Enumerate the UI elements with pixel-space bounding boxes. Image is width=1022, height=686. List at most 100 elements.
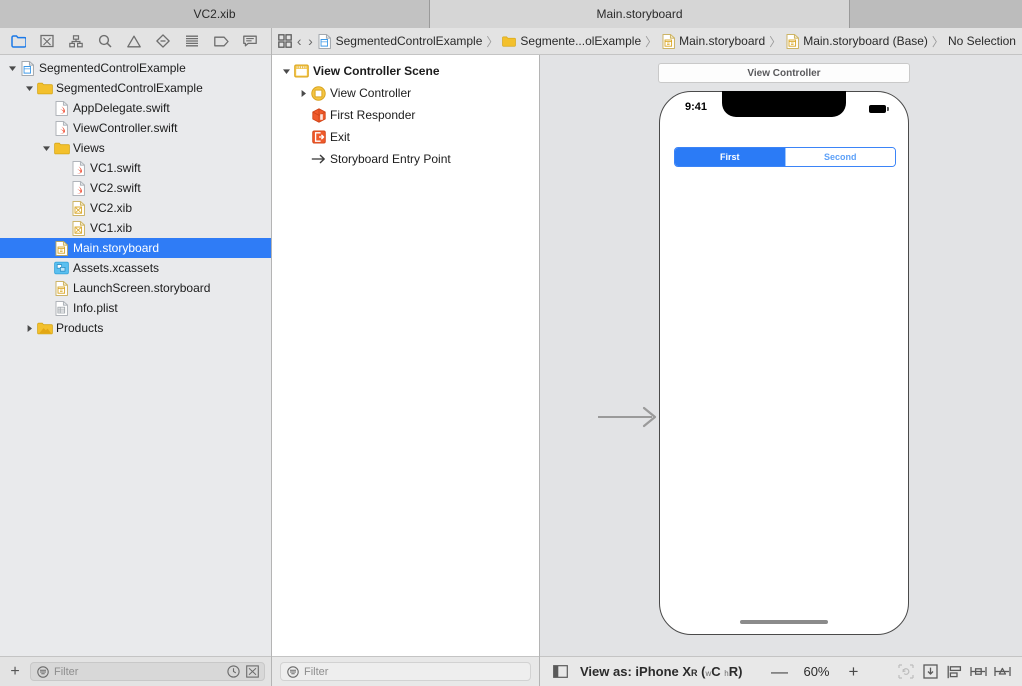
canvas-bottom-bar: View as: iPhone X R ( w C h R ) — 60% + <box>540 656 1022 686</box>
device-frame[interactable]: 9:41 First Second <box>659 91 909 635</box>
breadcrumb-separator-icon: 〉 <box>931 34 944 49</box>
segment-second[interactable]: Second <box>784 148 895 166</box>
file-tree-row[interactable]: Views <box>0 138 271 158</box>
disclosure-triangle[interactable] <box>297 89 310 98</box>
file-tree-label: VC2.swift <box>90 181 141 195</box>
outline-row-label: View Controller <box>330 86 412 100</box>
storyboard-file-icon <box>53 280 70 296</box>
breakpoint-navigator-icon[interactable] <box>207 31 235 52</box>
project-icon <box>19 60 36 76</box>
outline-row[interactable]: Storyboard Entry Point <box>272 148 539 170</box>
project-icon <box>318 33 332 49</box>
update-frames-icon[interactable] <box>894 661 918 683</box>
scene-title-label[interactable]: View Controller <box>658 63 910 83</box>
navigate-forward-button[interactable]: › <box>306 31 314 52</box>
view-as-device-button[interactable]: View as: iPhone X R ( w C h R ) <box>580 664 742 679</box>
tab-vc2-xib[interactable]: VC2.xib <box>0 0 430 28</box>
pin-icon[interactable] <box>966 661 990 683</box>
file-tree-row[interactable]: Products <box>0 318 271 338</box>
breadcrumb-item[interactable]: Main.storyboard <box>661 33 766 49</box>
embed-in-icon[interactable] <box>918 661 942 683</box>
file-tree-row[interactable]: Assets.xcassets <box>0 258 271 278</box>
device-notch <box>722 91 846 117</box>
file-tree-row[interactable]: Main.storyboard <box>0 238 271 258</box>
swift-file-icon <box>70 160 87 176</box>
plist-file-icon <box>53 300 70 316</box>
outline-row[interactable]: View Controller <box>272 82 539 104</box>
document-outline-list[interactable]: View Controller Scene View Controller Firs… <box>272 55 539 656</box>
resolve-auto-layout-icon[interactable] <box>990 661 1014 683</box>
outline-row[interactable]: View Controller Scene <box>272 60 539 82</box>
breadcrumb-separator-icon: 〉 <box>645 34 658 49</box>
debug-navigator-icon[interactable] <box>178 31 206 52</box>
size-class-width: C <box>711 664 721 679</box>
file-tree-label: LaunchScreen.storyboard <box>73 281 211 295</box>
filter-menu-icon[interactable] <box>35 664 50 679</box>
file-tree-row[interactable]: Info.plist <box>0 298 271 318</box>
storyboard-entry-arrow-icon <box>598 405 660 429</box>
symbol-navigator-icon[interactable] <box>62 31 90 52</box>
recent-files-filter-icon[interactable] <box>226 664 241 679</box>
file-tree-row[interactable]: VC1.swift <box>0 158 271 178</box>
file-tree-row[interactable]: VC2.swift <box>0 178 271 198</box>
zoom-level-label: 60% <box>803 664 830 679</box>
folder-icon <box>53 142 70 155</box>
size-class-height: R <box>728 664 739 679</box>
xcode-window: VC2.xib Main.storyboard SegmentedControl… <box>0 0 1022 686</box>
add-file-button[interactable]: + <box>6 663 24 681</box>
breadcrumb-item[interactable]: SegmentedControlExample <box>318 33 482 49</box>
tab-main-storyboard[interactable]: Main.storyboard <box>430 0 850 28</box>
disclosure-triangle[interactable] <box>23 84 36 93</box>
xib-file-icon <box>70 200 87 216</box>
outline-row-label: View Controller Scene <box>313 64 440 78</box>
breadcrumb-item[interactable]: Segmente...olExample <box>502 34 641 49</box>
interface-builder-canvas-column: View Controller 9:41 First Second View a… <box>540 55 1022 686</box>
segment-first[interactable]: First <box>675 148 785 166</box>
test-navigator-icon[interactable] <box>149 31 177 52</box>
file-tree-label: SegmentedControlExample <box>39 61 186 75</box>
file-tree-label: SegmentedControlExample <box>56 81 203 95</box>
report-navigator-icon[interactable] <box>236 31 264 52</box>
disclosure-triangle[interactable] <box>40 144 53 153</box>
file-tree-row[interactable]: AppDelegate.swift <box>0 98 271 118</box>
issue-navigator-icon[interactable] <box>120 31 148 52</box>
project-file-tree[interactable]: SegmentedControlExample SegmentedControlE… <box>0 55 271 656</box>
assets-icon <box>53 261 70 275</box>
related-items-icon[interactable] <box>278 31 292 52</box>
zoom-out-button[interactable]: — <box>764 661 794 683</box>
disclosure-triangle[interactable] <box>23 324 36 333</box>
document-outline-toggle-icon[interactable] <box>548 661 572 683</box>
breadcrumb-label: Main.storyboard <box>679 34 766 48</box>
align-icon[interactable] <box>942 661 966 683</box>
file-tree-row[interactable]: LaunchScreen.storyboard <box>0 278 271 298</box>
source-control-filter-icon[interactable] <box>245 664 260 679</box>
document-outline-panel: View Controller Scene View Controller Firs… <box>272 55 540 686</box>
disclosure-triangle[interactable] <box>280 67 293 76</box>
scene-icon <box>293 64 310 78</box>
navigate-back-button[interactable]: ‹ <box>295 31 303 52</box>
disclosure-triangle[interactable] <box>6 64 19 73</box>
file-tree-row[interactable]: VC1.xib <box>0 218 271 238</box>
segmented-control[interactable]: First Second <box>674 147 896 167</box>
project-navigator-icon[interactable] <box>4 31 32 52</box>
outline-row-label: Storyboard Entry Point <box>330 152 451 166</box>
outline-row[interactable]: Exit <box>272 126 539 148</box>
breadcrumb-item[interactable]: No Selection <box>948 34 1016 48</box>
source-control-navigator-icon[interactable] <box>33 31 61 52</box>
zoom-in-button[interactable]: + <box>838 661 868 683</box>
file-tree-row[interactable]: SegmentedControlExample <box>0 78 271 98</box>
file-tree-row[interactable]: ViewController.swift <box>0 118 271 138</box>
main-content-row: SegmentedControlExample SegmentedControlE… <box>0 28 1022 686</box>
file-tree-label: AppDelegate.swift <box>73 101 170 115</box>
outline-filter-field[interactable]: Filter <box>280 662 531 681</box>
filter-menu-icon[interactable] <box>285 664 300 679</box>
file-tree-row[interactable]: VC2.xib <box>0 198 271 218</box>
outline-row[interactable]: First Responder <box>272 104 539 126</box>
find-navigator-icon[interactable] <box>91 31 119 52</box>
battery-icon <box>869 105 889 113</box>
file-tree-row[interactable]: SegmentedControlExample <box>0 58 271 78</box>
breadcrumb-item[interactable]: Main.storyboard (Base) <box>785 33 928 49</box>
swift-file-icon <box>53 100 70 116</box>
navigator-filter-field[interactable]: Filter <box>30 662 265 681</box>
interface-builder-canvas[interactable]: View Controller 9:41 First Second <box>540 55 1022 656</box>
